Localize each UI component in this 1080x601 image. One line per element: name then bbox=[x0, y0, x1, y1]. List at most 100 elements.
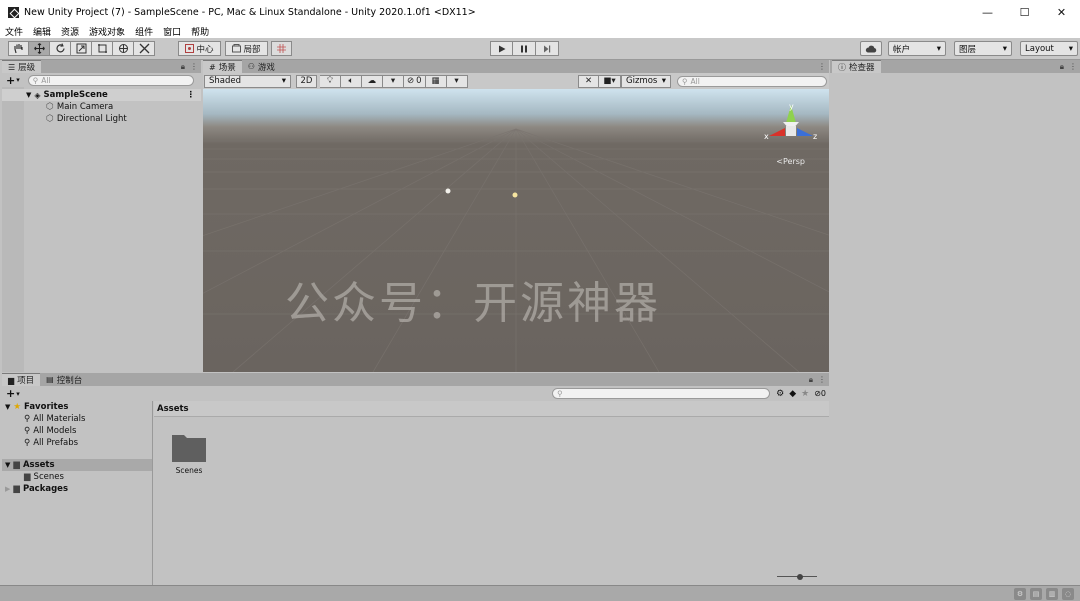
create-button[interactable]: + bbox=[6, 74, 15, 87]
expand-arrow-icon[interactable]: ▼ bbox=[5, 461, 10, 469]
shading-mode-dropdown[interactable]: Shaded ▾ bbox=[204, 74, 291, 88]
grid-snap-button[interactable] bbox=[271, 41, 292, 56]
expand-arrow-icon[interactable]: ▼ bbox=[26, 91, 31, 99]
menu-help[interactable]: 帮助 bbox=[191, 25, 209, 38]
progress-icon[interactable]: ▥ bbox=[1046, 588, 1058, 600]
hand-tool-button[interactable] bbox=[8, 41, 29, 56]
more-options-icon[interactable]: ⋮ bbox=[818, 375, 826, 384]
menu-edit[interactable]: 编辑 bbox=[33, 25, 51, 38]
hierarchy-search-input[interactable]: ⚲ All bbox=[27, 74, 194, 86]
project-tabbar: ▆ 项目 ▤ 控制台 🔒︎ ⋮ bbox=[2, 373, 829, 386]
hierarchy-list: ▼ ◈ SampleScene ⋮ ⬡ Main Camera ⬡ Direct… bbox=[2, 89, 201, 125]
expand-arrow-icon[interactable]: ▼ bbox=[5, 403, 10, 411]
more-options-icon[interactable]: ⋮ bbox=[818, 62, 826, 71]
tab-console[interactable]: ▤ 控制台 bbox=[40, 373, 88, 386]
layout-dropdown[interactable]: Layout ▾ bbox=[1020, 41, 1078, 56]
scene-menu-icon[interactable]: ⋮ bbox=[187, 90, 196, 100]
custom-tool-button[interactable] bbox=[134, 41, 155, 56]
icon-size-slider[interactable] bbox=[777, 574, 817, 580]
audio-toggle[interactable]: 🔈︎ bbox=[341, 74, 362, 88]
menu-component[interactable]: 组件 bbox=[135, 25, 153, 38]
asset-folder-item[interactable]: Scenes bbox=[168, 431, 210, 475]
more-options-icon[interactable]: ⋮ bbox=[1069, 62, 1077, 71]
toggle-2d-button[interactable]: 2D bbox=[296, 74, 317, 88]
lock-icon[interactable]: 🔒︎ bbox=[1060, 62, 1064, 72]
component-tools-button[interactable]: ✕ bbox=[578, 74, 599, 88]
lock-icon[interactable]: 🔒︎ bbox=[809, 375, 813, 385]
tree-assets[interactable]: ▼ ▆ Assets bbox=[2, 459, 152, 471]
chevron-down-icon[interactable]: ▾ bbox=[16, 390, 20, 398]
minimize-button[interactable]: — bbox=[969, 0, 1006, 24]
camera-settings-button[interactable]: ■▾ bbox=[599, 74, 621, 88]
hidden-packages-toggle[interactable]: ⊘0 bbox=[814, 389, 826, 398]
move-tool-button[interactable] bbox=[29, 41, 50, 56]
layers-dropdown[interactable]: 图层 ▾ bbox=[954, 41, 1012, 56]
project-search-input[interactable]: ⚲ bbox=[552, 388, 771, 399]
tree-item[interactable]: ▆ Scenes bbox=[2, 471, 152, 483]
transform-tool-button[interactable] bbox=[113, 41, 134, 56]
expand-arrow-icon[interactable]: ▶ bbox=[5, 485, 10, 493]
tree-item[interactable]: ⚲ All Materials bbox=[2, 413, 152, 425]
light-gizmo-icon[interactable] bbox=[445, 188, 451, 194]
tree-item[interactable]: ⚲ All Prefabs bbox=[2, 437, 152, 449]
eye-slash-icon: ⊘ bbox=[407, 76, 415, 86]
cache-server-icon[interactable]: ▤ bbox=[1030, 588, 1042, 600]
tree-favorites[interactable]: ▼ ★ Favorites bbox=[2, 401, 152, 413]
hierarchy-item[interactable]: ⬡ Main Camera bbox=[2, 101, 201, 113]
auto-generate-icon[interactable]: ◌ bbox=[1062, 588, 1074, 600]
search-by-type-icon[interactable]: ⚙ bbox=[776, 389, 784, 399]
search-by-label-icon[interactable]: ◆ bbox=[789, 389, 796, 399]
effects-dropdown[interactable]: ▾ bbox=[383, 74, 404, 88]
close-button[interactable]: ✕ bbox=[1043, 0, 1080, 24]
tab-inspector[interactable]: ⓘ 检查器 bbox=[832, 60, 881, 73]
tree-item[interactable]: ⚲ All Models bbox=[2, 425, 152, 437]
tab-game[interactable]: ⚇ 游戏 bbox=[242, 60, 281, 73]
menu-gameobject[interactable]: 游戏对象 bbox=[89, 25, 125, 38]
hierarchy-search-placeholder: All bbox=[41, 75, 51, 85]
step-button[interactable] bbox=[536, 41, 559, 56]
axis-y-label: y bbox=[789, 102, 794, 111]
tab-project[interactable]: ▆ 项目 bbox=[2, 373, 41, 386]
cloud-icon bbox=[865, 45, 877, 52]
favorite-star-icon[interactable]: ★ bbox=[801, 389, 809, 399]
menu-file[interactable]: 文件 bbox=[5, 25, 23, 38]
hidden-objects-toggle[interactable]: ⊘ 0 bbox=[404, 74, 426, 88]
camera-gizmo-icon[interactable] bbox=[512, 192, 518, 198]
gizmos-dropdown[interactable]: Gizmos ▾ bbox=[621, 74, 671, 88]
slider-thumb[interactable] bbox=[797, 574, 803, 580]
maximize-button[interactable]: ☐ bbox=[1006, 0, 1043, 24]
scene-search-input[interactable]: ⚲ All bbox=[677, 75, 827, 87]
projection-toggle[interactable]: <Persp bbox=[776, 157, 805, 166]
pivot-space-toggle[interactable]: 局部 bbox=[225, 41, 268, 56]
rotate-tool-button[interactable] bbox=[50, 41, 71, 56]
rect-tool-button[interactable] bbox=[92, 41, 113, 56]
grid-dropdown[interactable]: ▾ bbox=[446, 74, 468, 88]
window-controls: — ☐ ✕ bbox=[969, 0, 1080, 24]
play-button[interactable] bbox=[490, 41, 513, 56]
scale-tool-button[interactable] bbox=[71, 41, 92, 56]
scene-row[interactable]: ▼ ◈ SampleScene ⋮ bbox=[2, 89, 201, 101]
hierarchy-item[interactable]: ⬡ Directional Light bbox=[2, 113, 201, 125]
scene-viewport[interactable]: x y z <Persp 公众号：开源神器 bbox=[203, 89, 829, 372]
grid-toggle[interactable]: ▦ bbox=[425, 74, 447, 88]
create-button[interactable]: + bbox=[6, 387, 15, 400]
pivot-center-toggle[interactable]: 中心 bbox=[178, 41, 221, 56]
collab-cloud-button[interactable] bbox=[860, 41, 882, 56]
menu-assets[interactable]: 资源 bbox=[61, 25, 79, 38]
chevron-down-icon[interactable]: ▾ bbox=[16, 76, 20, 84]
effects-toggle[interactable]: ☁︎ bbox=[362, 74, 383, 88]
lighting-toggle[interactable]: 💡︎ bbox=[320, 74, 341, 88]
tab-scene[interactable]: # 场景 bbox=[203, 60, 242, 73]
lock-icon[interactable]: 🔒︎ bbox=[181, 62, 185, 72]
orientation-gizmo[interactable]: x y z bbox=[761, 101, 821, 163]
tab-hierarchy[interactable]: ☰ 层级 bbox=[2, 60, 42, 73]
pause-button[interactable] bbox=[513, 41, 536, 56]
more-options-icon[interactable]: ⋮ bbox=[190, 62, 198, 71]
breadcrumb-assets[interactable]: Assets bbox=[157, 404, 189, 414]
toggle-2d-label: 2D bbox=[300, 76, 313, 86]
axis-z-label: z bbox=[813, 132, 817, 141]
collab-status-icon[interactable]: ⚙ bbox=[1014, 588, 1026, 600]
tree-packages[interactable]: ▶ ▆ Packages bbox=[2, 483, 152, 495]
account-dropdown[interactable]: 帐户 ▾ bbox=[888, 41, 946, 56]
menu-window[interactable]: 窗口 bbox=[163, 25, 181, 38]
